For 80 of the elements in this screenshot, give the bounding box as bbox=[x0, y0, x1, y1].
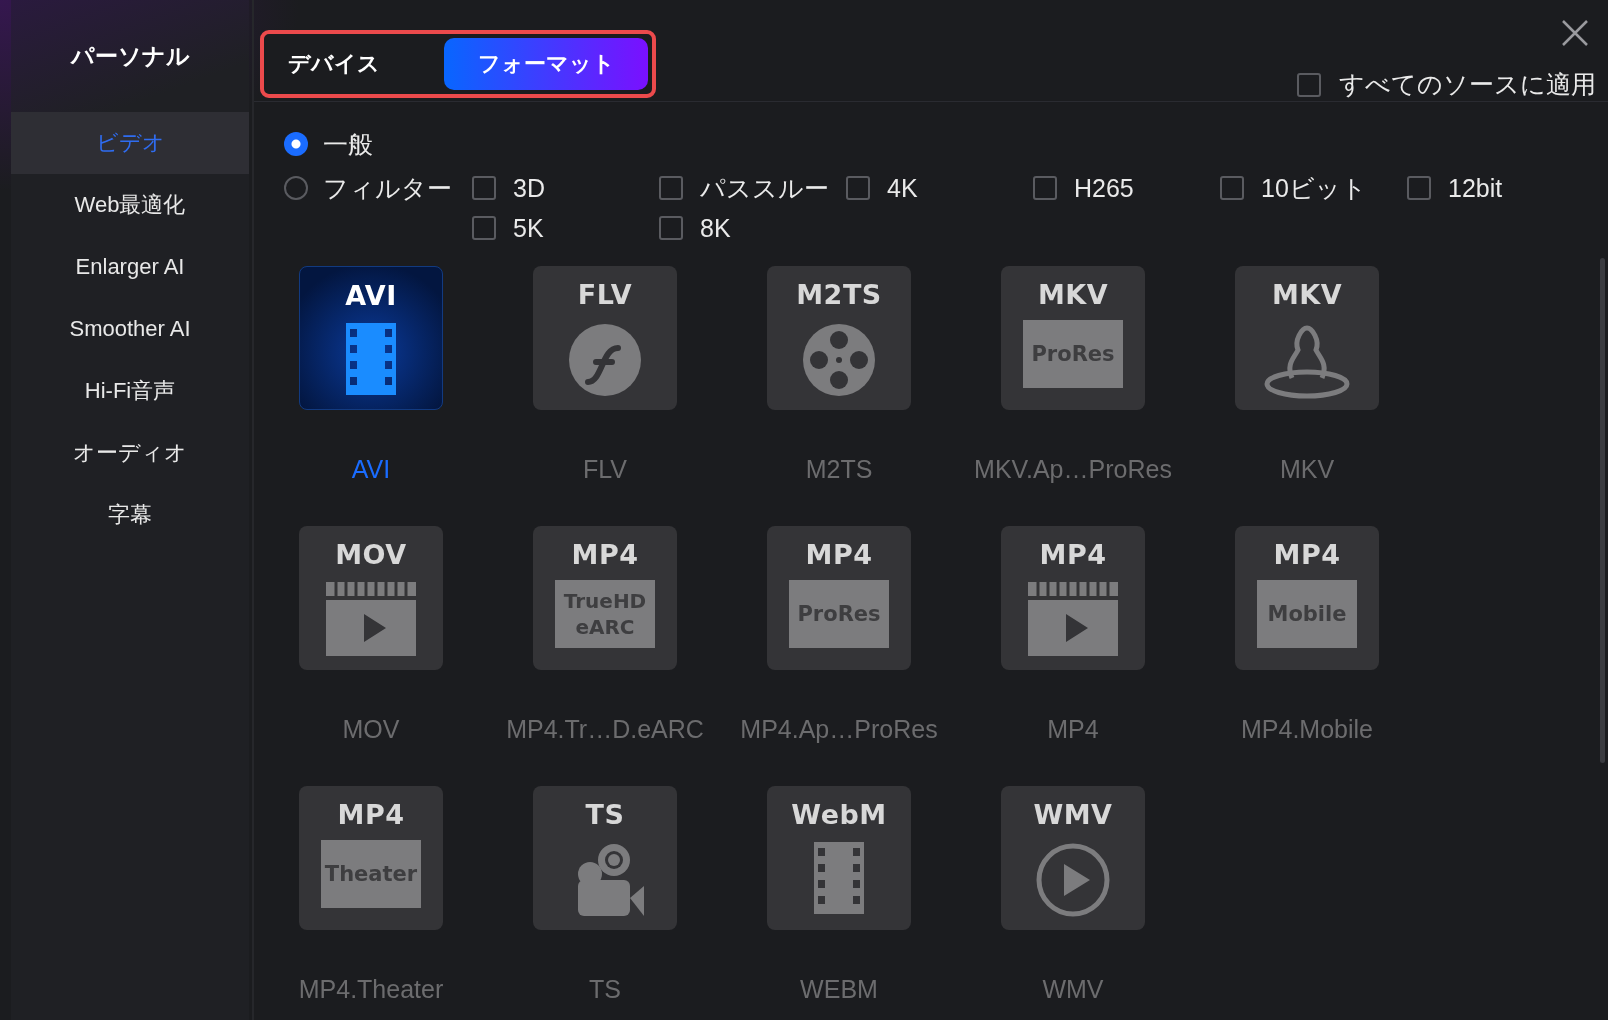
format-tile[interactable]: MP4 Theater bbox=[299, 786, 443, 930]
checkbox[interactable] bbox=[1297, 72, 1321, 97]
sidebar-item[interactable]: Enlarger AI bbox=[11, 236, 249, 298]
format-tile[interactable]: MP4 TrueHD eARC bbox=[533, 526, 677, 670]
tab[interactable]: フォーマット bbox=[444, 38, 648, 90]
format-label: FLV bbox=[583, 455, 627, 484]
checkbox-label: 3D bbox=[513, 173, 545, 203]
sidebar-item[interactable]: 字幕 bbox=[11, 484, 249, 546]
format-tile[interactable]: MKV ProRes bbox=[1001, 266, 1145, 410]
checkbox-label: 12bit bbox=[1448, 173, 1503, 203]
format-tile[interactable]: MOV bbox=[299, 526, 443, 670]
format-tag: AVI bbox=[345, 281, 397, 311]
format-tag: MP4 bbox=[1039, 540, 1107, 570]
checkbox-label: H265 bbox=[1074, 173, 1134, 203]
format-tile[interactable]: MP4 Mobile bbox=[1235, 526, 1379, 670]
format-tag: MKV bbox=[1037, 280, 1109, 310]
radio-button[interactable] bbox=[284, 132, 308, 156]
sidebar-item[interactable]: オーディオ bbox=[11, 422, 249, 484]
format-label: MP4.Mobile bbox=[1241, 715, 1373, 744]
format-plate: TrueHD eARC bbox=[555, 580, 655, 648]
checkbox[interactable] bbox=[472, 176, 496, 200]
radio-button[interactable] bbox=[284, 176, 308, 200]
checkbox[interactable] bbox=[1407, 176, 1431, 200]
close-icon[interactable] bbox=[1560, 18, 1590, 48]
format-tag: MKV bbox=[1271, 280, 1343, 310]
format-label: MP4.Theater bbox=[298, 975, 444, 1004]
format-label: TS bbox=[589, 975, 621, 1004]
format-label: MP4 bbox=[1047, 715, 1099, 744]
format-tag: MP4 bbox=[1273, 540, 1341, 570]
format-label: WEBM bbox=[800, 975, 878, 1004]
format-label: WMV bbox=[1042, 975, 1104, 1004]
format-tag: MP4 bbox=[571, 540, 639, 570]
format-plate: Mobile bbox=[1257, 580, 1357, 648]
format-label: MKV.Ap…ProRes bbox=[974, 455, 1172, 484]
sidebar-item[interactable]: Hi-Fi音声 bbox=[11, 360, 249, 422]
format-tile[interactable]: MKV bbox=[1235, 266, 1379, 410]
sidebar-item[interactable]: Smoother AI bbox=[11, 298, 249, 360]
format-plate: ProRes bbox=[789, 580, 889, 648]
checkbox[interactable] bbox=[1033, 176, 1057, 200]
checkbox[interactable] bbox=[846, 176, 870, 200]
format-tag: MOV bbox=[335, 540, 407, 570]
sidebar-title: パーソナル bbox=[69, 41, 191, 71]
checkbox-label: 10ビット bbox=[1261, 172, 1367, 204]
format-label: AVI bbox=[351, 455, 391, 484]
format-tile[interactable]: TS bbox=[533, 786, 677, 930]
scrollbar[interactable] bbox=[1600, 258, 1605, 763]
format-plate: ProRes bbox=[1023, 320, 1123, 388]
format-tile[interactable]: MP4 bbox=[1001, 526, 1145, 670]
format-tag: M2TS bbox=[796, 280, 882, 310]
radio-label: 一般 bbox=[323, 128, 373, 160]
checkbox[interactable] bbox=[1220, 176, 1244, 200]
format-tag: MP4 bbox=[337, 800, 405, 830]
sidebar-item[interactable]: Web最適化 bbox=[11, 174, 249, 236]
checkbox-label: 4K bbox=[887, 173, 918, 203]
tab[interactable]: デバイス bbox=[268, 38, 438, 90]
format-tag: FLV bbox=[577, 280, 633, 310]
format-label: MKV bbox=[1279, 455, 1335, 484]
format-plate: Theater bbox=[321, 840, 421, 908]
format-tile[interactable]: WebM bbox=[767, 786, 911, 930]
format-label: M2TS bbox=[805, 455, 873, 484]
format-tag: TS bbox=[585, 800, 625, 830]
format-tag: WebM bbox=[791, 800, 887, 830]
format-tile[interactable]: MP4 ProRes bbox=[767, 526, 911, 670]
checkbox-label: すべてのソースに適用 bbox=[1339, 69, 1596, 100]
checkbox-label: パススルー bbox=[700, 172, 829, 204]
format-tile[interactable]: FLV bbox=[533, 266, 677, 410]
checkbox[interactable] bbox=[472, 216, 496, 240]
format-label: MP4.Tr…D.eARC bbox=[506, 715, 704, 744]
format-tile[interactable]: AVI bbox=[299, 266, 443, 410]
format-label: MOV bbox=[342, 715, 400, 744]
checkbox[interactable] bbox=[659, 176, 683, 200]
format-tag: MP4 bbox=[805, 540, 873, 570]
format-tag: WMV bbox=[1033, 800, 1113, 830]
format-tile[interactable]: M2TS bbox=[767, 266, 911, 410]
checkbox[interactable] bbox=[659, 216, 683, 240]
format-label: MP4.Ap…ProRes bbox=[740, 715, 938, 744]
radio-label: フィルター bbox=[323, 172, 452, 204]
checkbox-label: 5K bbox=[513, 213, 544, 243]
format-tile[interactable]: WMV bbox=[1001, 786, 1145, 930]
checkbox-label: 8K bbox=[700, 213, 731, 243]
